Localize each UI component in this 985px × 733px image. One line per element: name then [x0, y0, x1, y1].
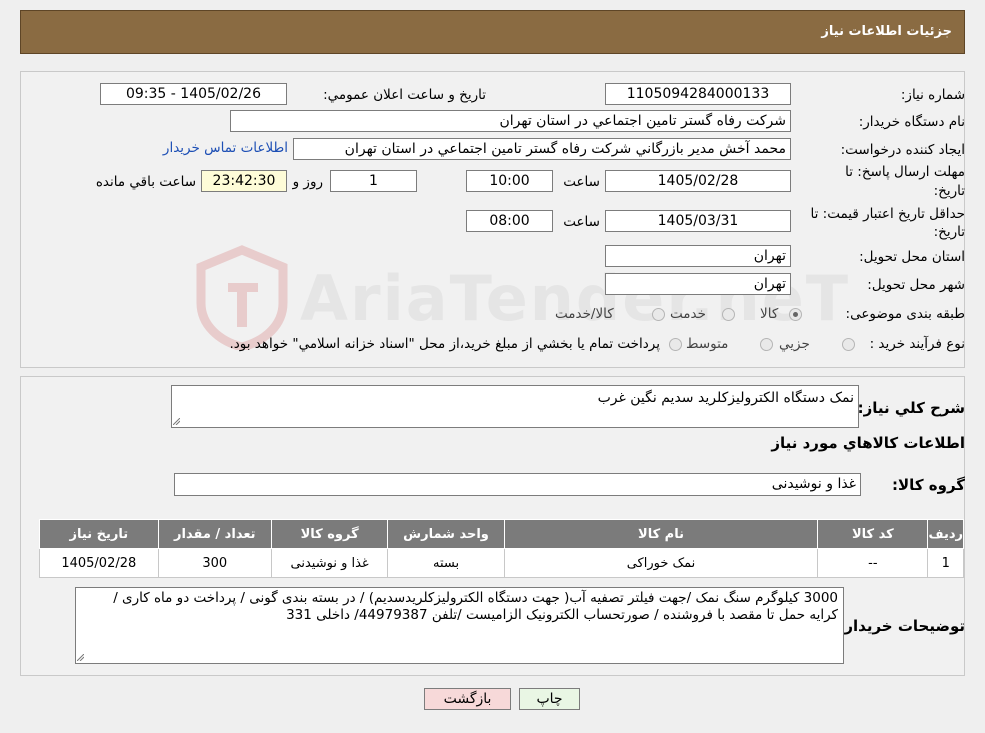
category-option-service: خدمت — [670, 306, 706, 322]
table-header-row: رديف کد کالا نام کالا واحد شمارش گروه کا… — [39, 519, 964, 549]
description-label: شرح کلي نياز: — [857, 399, 965, 417]
days-label: روز و — [292, 174, 323, 190]
goods-group-field: غذا و نوشیدنی — [174, 473, 861, 496]
print-button[interactable]: چاپ — [519, 688, 580, 710]
purchase-option-minor: جزيي — [779, 336, 810, 352]
category-radio-goods[interactable] — [789, 308, 802, 321]
purchase-option-medium: متوسط — [686, 336, 729, 352]
price-validity-label-1: حداقل تاريخ اعتبار قيمت: تا — [810, 206, 965, 222]
reply-deadline-label-2: تاريخ: — [933, 183, 965, 199]
table-row: 1 -- نمک خوراکی بسته غذا و نوشیدنی 300 1… — [39, 548, 964, 578]
cell-qty: 300 — [157, 548, 272, 578]
resize-handle-icon[interactable] — [173, 418, 180, 425]
cell-row: 1 — [927, 548, 964, 578]
category-radio-service[interactable] — [722, 308, 735, 321]
goods-info-title: اطلاعات کالاهاي مورد نياز — [771, 434, 965, 452]
buyer-notes-field: 3000 کیلوگرم سنگ نمک /جهت فیلتر تصفیه آب… — [75, 587, 844, 664]
col-group: گروه کالا — [270, 519, 389, 549]
reply-time-field: 10:00 — [466, 170, 553, 192]
cell-name: نمک خوراکی — [503, 548, 819, 578]
province-label: استان محل تحويل: — [859, 249, 965, 265]
buyer-org-label: نام دستگاه خريدار: — [858, 114, 965, 130]
need-number-label: شماره نیاز: — [900, 87, 965, 103]
col-row: رديف — [927, 519, 964, 549]
requester-label: ايجاد کننده درخواست: — [840, 142, 965, 158]
col-date: تاريخ نياز — [39, 519, 159, 549]
announce-field: 1405/02/26 - 09:35 — [100, 83, 287, 105]
col-qty: تعداد / مقدار — [157, 519, 272, 549]
category-label: طبقه بندی موضوعی: — [845, 306, 965, 322]
buyer-contact-link[interactable]: اطلاعات تماس خريدار — [163, 140, 288, 156]
cell-group: غذا و نوشیدنی — [270, 548, 389, 578]
purchase-radio-treasury[interactable] — [669, 338, 682, 351]
city-label: شهر محل تحويل: — [867, 277, 965, 293]
col-name: نام کالا — [503, 519, 819, 549]
reply-deadline-label-1: مهلت ارسال پاسخ: تا — [845, 164, 965, 180]
purchase-radio-minor[interactable] — [842, 338, 855, 351]
province-field: تهران — [605, 245, 791, 267]
reply-date-field: 1405/02/28 — [605, 170, 791, 192]
purchase-type-label: نوع فرآيند خريد : — [869, 336, 965, 352]
reply-time-label: ساعت — [563, 174, 600, 190]
price-validity-date-field: 1405/03/31 — [605, 210, 791, 232]
price-validity-time-label: ساعت — [563, 214, 600, 230]
cell-date: 1405/02/28 — [39, 548, 159, 578]
description-field: نمک دستگاه الکترولیزکلرید سدیم نگین غرب — [171, 385, 859, 428]
watermark-logo — [196, 245, 288, 350]
back-button[interactable]: بازگشت — [424, 688, 511, 710]
price-validity-label-2: تاريخ: — [933, 224, 965, 240]
city-field: تهران — [605, 273, 791, 295]
buyer-notes-label: توضيحات خريدار: — [838, 617, 965, 635]
price-validity-time-field: 08:00 — [466, 210, 553, 232]
page-header: جزئیات اطلاعات نیاز — [20, 10, 965, 54]
goods-group-label: گروه کالا: — [892, 476, 965, 494]
announce-label: تاریخ و ساعت اعلان عمومي: — [323, 87, 486, 103]
treasury-note: پرداخت تمام يا بخشي از مبلغ خريد،از محل … — [229, 336, 660, 352]
col-code: کد کالا — [817, 519, 929, 549]
remaining-label: ساعت باقي مانده — [95, 174, 196, 190]
need-number-field: 1105094284000133 — [605, 83, 791, 105]
buyer-org-field: شرکت رفاه گستر تامين اجتماعي در استان ته… — [230, 110, 791, 132]
remaining-time-field: 23:42:30 — [201, 170, 287, 192]
category-option-goods-service: کالا/خدمت — [555, 306, 614, 322]
cell-code: -- — [817, 548, 929, 578]
category-radio-goods-service[interactable] — [652, 308, 665, 321]
category-option-goods: کالا — [760, 306, 779, 322]
days-field: 1 — [330, 170, 417, 192]
purchase-radio-medium[interactable] — [760, 338, 773, 351]
page-title: جزئیات اطلاعات نیاز — [821, 24, 952, 39]
goods-table: رديف کد کالا نام کالا واحد شمارش گروه کا… — [39, 519, 964, 578]
notes-resize-handle-icon[interactable] — [77, 654, 84, 661]
cell-unit: بسته — [387, 548, 505, 578]
requester-field: محمد آخش مدير بازرگاني شرکت رفاه گستر تا… — [293, 138, 791, 160]
col-unit: واحد شمارش — [387, 519, 505, 549]
